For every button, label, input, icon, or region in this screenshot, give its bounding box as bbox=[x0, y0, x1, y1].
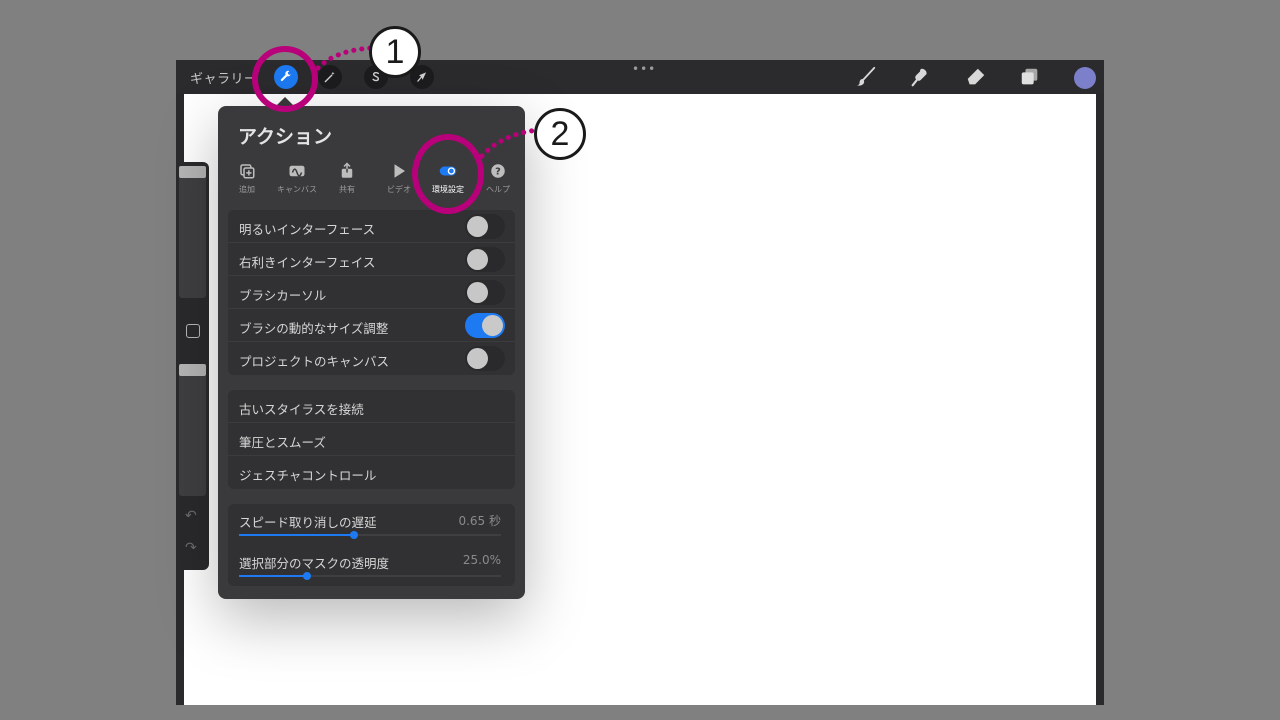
brush-cursor-toggle[interactable] bbox=[465, 280, 505, 305]
slider-thumb[interactable] bbox=[303, 572, 311, 580]
toggle-settings-group: 明るいインターフェース 右利きインターフェイス ブラシカーソル ブラシの動的なサ… bbox=[228, 210, 515, 375]
transform-arrow-icon bbox=[417, 72, 427, 82]
setting-label: 選択部分のマスクの透明度 bbox=[239, 556, 390, 571]
add-image-icon bbox=[240, 164, 255, 179]
project-canvas-toggle[interactable] bbox=[465, 346, 505, 371]
tab-share[interactable]: 共有 bbox=[322, 160, 372, 195]
redo-icon[interactable]: ↷ bbox=[185, 540, 197, 556]
tab-canvas[interactable]: キャンバス bbox=[272, 160, 322, 195]
setting-label: ブラシの動的なサイズ調整 bbox=[239, 321, 389, 336]
gallery-button[interactable]: ギャラリー bbox=[190, 68, 258, 87]
tab-share-label: 共有 bbox=[339, 185, 355, 194]
svg-text:?: ? bbox=[495, 166, 501, 177]
eraser-tool-button[interactable] bbox=[964, 66, 988, 88]
setting-rapid-undo-delay: スピード取り消しの遅延 0.65 秒 bbox=[228, 504, 515, 545]
selection-mask-slider[interactable] bbox=[239, 572, 501, 580]
brush-tool-button[interactable] bbox=[854, 66, 878, 88]
setting-light-interface: 明るいインターフェース bbox=[228, 210, 515, 243]
setting-label: 明るいインターフェース bbox=[239, 222, 376, 237]
setting-label: スピード取り消しの遅延 bbox=[239, 515, 377, 530]
brush-size-slider[interactable] bbox=[179, 166, 206, 298]
opacity-handle[interactable] bbox=[179, 364, 206, 376]
setting-label: 筆圧とスムーズ bbox=[239, 435, 326, 450]
setting-pressure-smoothing[interactable]: 筆圧とスムーズ bbox=[228, 423, 515, 456]
setting-brush-cursor: ブラシカーソル bbox=[228, 276, 515, 309]
link-settings-group: 古いスタイラスを接続 筆圧とスムーズ ジェスチャコントロール bbox=[228, 390, 515, 489]
setting-gesture-controls[interactable]: ジェスチャコントロール bbox=[228, 456, 515, 489]
layers-button[interactable] bbox=[1018, 66, 1042, 88]
share-icon bbox=[341, 162, 353, 178]
dynamic-brush-scaling-toggle[interactable] bbox=[465, 313, 505, 338]
smudge-tool-button[interactable] bbox=[908, 66, 932, 88]
setting-project-canvas: プロジェクトのキャンバス bbox=[228, 342, 515, 375]
callout-connector-1 bbox=[316, 45, 374, 71]
tab-add-label: 追加 bbox=[239, 185, 255, 194]
setting-label: 古いスタイラスを接続 bbox=[239, 402, 364, 417]
setting-label: ブラシカーソル bbox=[239, 288, 327, 303]
right-hand-interface-toggle[interactable] bbox=[465, 247, 505, 272]
setting-label: ジェスチャコントロール bbox=[239, 468, 377, 483]
setting-label: プロジェクトのキャンバス bbox=[239, 354, 390, 369]
tab-canvas-label: キャンバス bbox=[277, 185, 317, 194]
opacity-slider[interactable] bbox=[179, 364, 206, 496]
smudge-icon bbox=[911, 68, 927, 87]
canvas-icon bbox=[289, 165, 305, 177]
setting-label: 右利きインターフェイス bbox=[239, 255, 376, 270]
callout-number-2: 2 bbox=[534, 108, 586, 160]
setting-connect-legacy-stylus[interactable]: 古いスタイラスを接続 bbox=[228, 390, 515, 423]
slider-settings-group: スピード取り消しの遅延 0.65 秒 選択部分のマスクの透明度 25.0% bbox=[228, 504, 515, 586]
light-interface-toggle[interactable] bbox=[465, 214, 505, 239]
layers-icon bbox=[1021, 68, 1038, 85]
color-picker-button[interactable] bbox=[1074, 67, 1096, 89]
brush-size-handle[interactable] bbox=[179, 166, 206, 178]
setting-value: 25.0% bbox=[462, 553, 501, 567]
help-icon: ? bbox=[491, 164, 505, 178]
play-icon bbox=[394, 164, 405, 178]
eyedropper-square[interactable] bbox=[186, 324, 200, 338]
brush-icon bbox=[856, 66, 876, 86]
left-sidebar: ↶ ↷ bbox=[176, 162, 209, 570]
setting-value: 0.65 秒 bbox=[458, 514, 501, 528]
undo-icon[interactable]: ↶ bbox=[185, 508, 197, 524]
more-handle[interactable]: ••• bbox=[632, 62, 656, 76]
eraser-icon bbox=[967, 68, 985, 85]
setting-dynamic-brush-scaling: ブラシの動的なサイズ調整 bbox=[228, 309, 515, 342]
slider-thumb[interactable] bbox=[350, 531, 358, 539]
setting-selection-mask-visibility: 選択部分のマスクの透明度 25.0% bbox=[228, 545, 515, 586]
setting-right-hand-interface: 右利きインターフェイス bbox=[228, 243, 515, 276]
callout-ring-2 bbox=[412, 134, 484, 214]
callout-connector-2 bbox=[480, 127, 540, 159]
callout-ring-1 bbox=[252, 46, 318, 112]
panel-title: アクション bbox=[238, 126, 333, 148]
rapid-undo-delay-slider[interactable] bbox=[239, 531, 501, 539]
magic-wand-icon bbox=[324, 71, 335, 83]
tab-add[interactable]: 追加 bbox=[222, 160, 272, 195]
callout-number-1: 1 bbox=[369, 26, 421, 78]
